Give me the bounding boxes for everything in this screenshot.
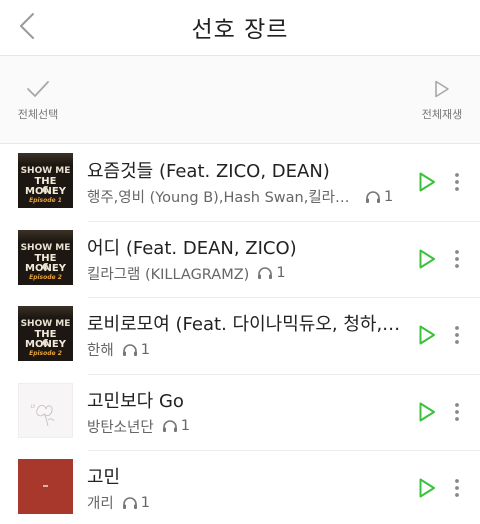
play-all-label: 전체재생 <box>421 108 463 121</box>
play-all-button[interactable]: 전체재생 <box>406 78 478 122</box>
more-vertical-icon <box>455 249 459 268</box>
check-icon <box>27 81 49 97</box>
listen-count: 1 <box>365 189 393 205</box>
song-row[interactable]: SHOW ME THE MONEY 6 Episode 2 어디 (Feat. … <box>0 222 480 298</box>
more-options-button[interactable] <box>449 397 465 427</box>
cover-episode: Episode 2 <box>29 273 62 281</box>
cover-band <box>18 306 73 318</box>
song-artist: 행주,영비 (Young B),Hash Swan,킬라그램 (KILLAGRA… <box>87 190 357 206</box>
flower-sketch-icon: LY <box>31 404 55 426</box>
album-cover <box>18 459 73 514</box>
cover-number: 6 <box>42 261 49 273</box>
cover-band <box>18 153 73 165</box>
song-row[interactable]: SHOW ME THE MONEY 6 Episode 2 로비로모여 (Fea… <box>0 298 480 375</box>
song-artist: 킬라그램 (KILLAGRAMZ) <box>87 266 250 283</box>
song-row[interactable]: SHOW ME THE MONEY 6 Episode 1 요즘것들 (Feat… <box>0 145 480 222</box>
song-title: 고민보다 Go <box>87 390 184 412</box>
more-options-button[interactable] <box>449 320 465 350</box>
headphones-icon <box>122 496 137 509</box>
listen-count: 1 <box>162 418 190 434</box>
app-header: 선호 장르 <box>0 0 480 56</box>
cover-number: 6 <box>42 185 49 196</box>
cover-band <box>18 229 73 242</box>
play-outline-icon <box>435 80 449 98</box>
listen-count-value: 1 <box>140 341 150 358</box>
play-button[interactable] <box>412 473 442 503</box>
play-button[interactable] <box>412 167 442 197</box>
page-title: 선호 장르 <box>191 17 289 43</box>
action-toolbar: 전체선택 전체재생 <box>0 56 480 144</box>
listen-count: 1 <box>122 495 150 511</box>
song-artist: 한해 <box>87 343 114 359</box>
play-icon <box>419 478 435 498</box>
listen-count-value: 1 <box>140 494 150 511</box>
more-vertical-icon <box>455 173 459 191</box>
song-title: 고민 <box>87 467 121 488</box>
select-all-button[interactable]: 전체선택 <box>2 78 74 122</box>
play-icon <box>419 172 435 192</box>
song-title: 로비로모여 (Feat. 다이나믹듀오, 청하, 박재범) <box>87 314 405 335</box>
more-options-button[interactable] <box>449 167 465 197</box>
album-cover: SHOW ME THE MONEY 6 Episode 2 <box>18 229 73 285</box>
listen-count: 1 <box>257 265 286 281</box>
more-options-button[interactable] <box>449 244 465 274</box>
headphones-icon <box>258 267 273 279</box>
album-cover: SHOW ME THE MONEY 6 Episode 1 <box>18 153 73 208</box>
song-meta: 방탄소년단 1 <box>87 416 405 437</box>
song-artist: 개리 <box>87 496 114 512</box>
svg-text:LY: LY <box>31 404 36 409</box>
play-button[interactable] <box>412 244 442 274</box>
more-vertical-icon <box>455 326 459 344</box>
play-icon <box>419 325 435 345</box>
cover-number: 6 <box>42 338 49 349</box>
headphones-icon <box>122 343 137 356</box>
cover-logo-line1: SHOW ME <box>20 319 71 329</box>
play-icon <box>419 249 435 268</box>
select-all-label: 전체선택 <box>17 108 59 121</box>
song-meta: 한해 1 <box>87 339 405 360</box>
listen-count-value: 1 <box>276 265 286 281</box>
song-meta: 킬라그램 (KILLAGRAMZ) 1 <box>87 263 405 284</box>
song-artist: 방탄소년단 <box>87 419 154 436</box>
song-row[interactable]: 고민 개리 1 <box>0 451 480 524</box>
album-cover: SHOW ME THE MONEY 6 Episode 2 <box>18 306 73 361</box>
play-button[interactable] <box>412 320 442 350</box>
song-meta: 행주,영비 (Young B),Hash Swan,킬라그램 (KILLAGRA… <box>87 186 405 207</box>
listen-count-value: 1 <box>384 188 394 205</box>
more-vertical-icon <box>455 479 459 497</box>
play-button[interactable] <box>412 397 442 427</box>
song-row[interactable]: LY 고민보다 Go 방탄소년단 1 <box>0 375 480 451</box>
headphones-icon <box>162 420 177 432</box>
headphones-icon <box>366 190 380 203</box>
listen-count: 1 <box>122 342 150 358</box>
cover-logo-line1: SHOW ME <box>20 242 71 253</box>
song-list: SHOW ME THE MONEY 6 Episode 1 요즘것들 (Feat… <box>0 145 480 524</box>
more-options-button[interactable] <box>449 473 465 503</box>
cover-episode: Episode 1 <box>29 197 62 204</box>
listen-count-value: 1 <box>180 418 190 434</box>
cover-episode: Episode 2 <box>29 350 62 357</box>
cover-logo-line1: SHOW ME <box>20 166 71 176</box>
song-title: 요즘것들 (Feat. ZICO, DEAN) <box>87 161 330 182</box>
song-meta: 개리 1 <box>87 492 405 513</box>
play-icon <box>419 402 435 421</box>
song-title: 어디 (Feat. DEAN, ZICO) <box>87 237 297 259</box>
album-cover: LY <box>18 382 73 438</box>
cover-mark-icon <box>43 485 48 487</box>
more-vertical-icon <box>455 402 459 421</box>
